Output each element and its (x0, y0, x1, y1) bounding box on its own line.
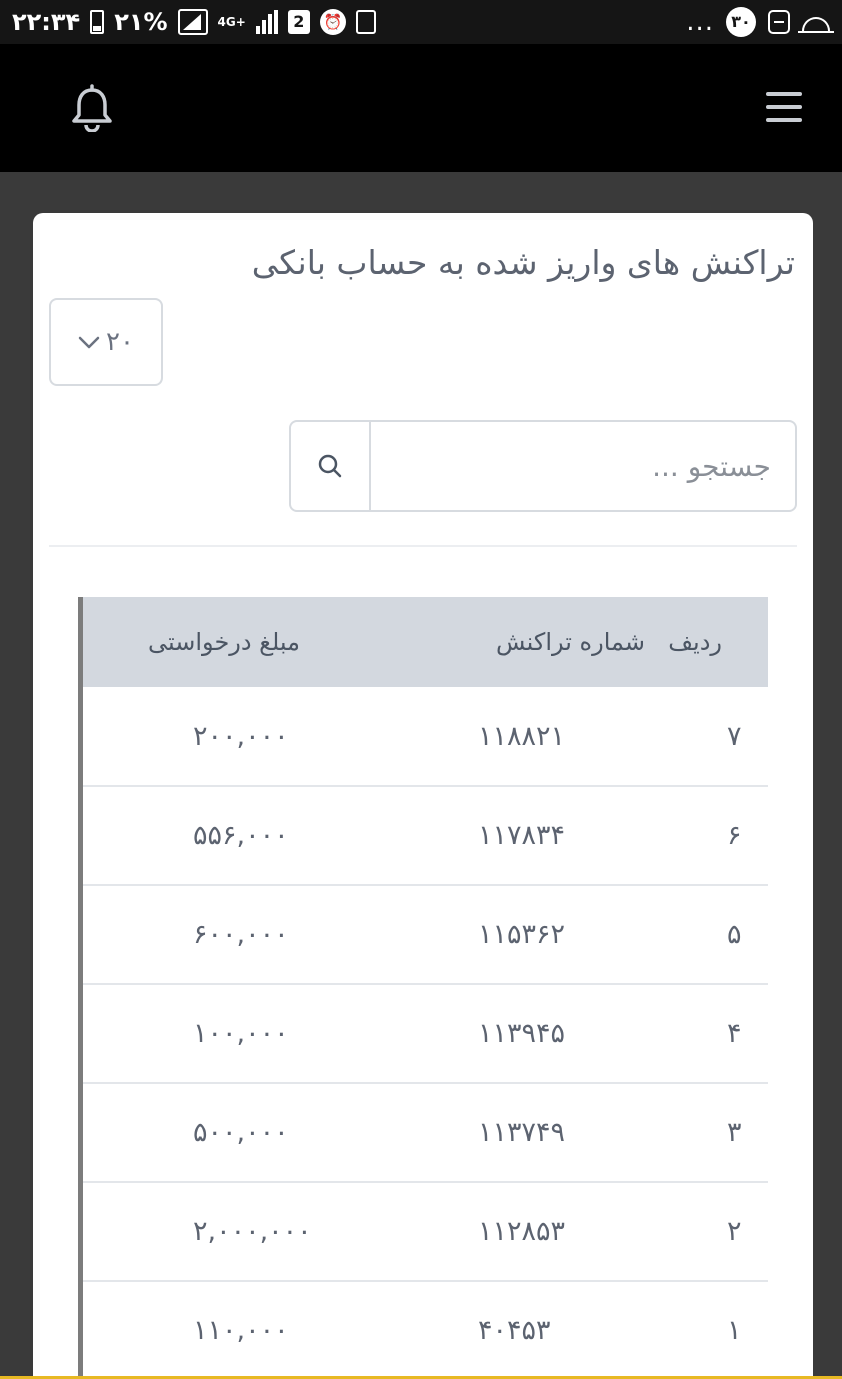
table-row[interactable]: ۵۵۶,۰۰۰ ۱۱۷۸۳۴ ۶ (83, 786, 768, 885)
app-bar (0, 44, 842, 172)
calendar-icon (768, 10, 790, 34)
status-left: ۲۲:۳۴ ۲۱% 4G+ 2 ⏰ (12, 6, 376, 38)
signal-box-icon (177, 9, 208, 35)
cell-amount: ۶۰۰,۰۰۰ (193, 919, 289, 950)
cell-amount: ۱۰۰,۰۰۰ (193, 1018, 289, 1049)
table-row[interactable]: ۲۰۰,۰۰۰ ۱۱۸۸۲۱ ۷ (83, 687, 768, 786)
cell-transaction: ۱۱۳۹۴۵ (478, 1018, 566, 1049)
table-header-row: مبلغ درخواستی شماره تراکنش ردیف (83, 597, 768, 687)
search-button[interactable] (291, 422, 371, 510)
status-bar: ۲۲:۳۴ ۲۱% 4G+ 2 ⏰ ... ۳۰ (0, 0, 842, 44)
cell-transaction: ۱۱۲۸۵۳ (478, 1216, 566, 1247)
cell-amount: ۱۱۰,۰۰۰ (193, 1315, 289, 1346)
bell-icon[interactable] (70, 84, 114, 132)
cell-transaction: ۴۰۴۵۳ (478, 1315, 551, 1346)
table-row[interactable]: ۲,۰۰۰,۰۰۰ ۱۱۲۸۵۳ ۲ (83, 1182, 768, 1281)
cell-amount: ۵۵۶,۰۰۰ (193, 820, 289, 851)
cell-row: ۴ (727, 1018, 742, 1049)
signal-bars-icon (255, 10, 278, 34)
chevron-down-icon (78, 331, 100, 353)
sim-slot-icon: 2 (287, 10, 310, 34)
table-row[interactable]: ۱۱۰,۰۰۰ ۴۰۴۵۳ ۱ (83, 1281, 768, 1379)
cell-transaction: ۱۱۸۸۲۱ (478, 720, 566, 752)
battery-percent: ۲۱% (114, 8, 168, 36)
table-row[interactable]: ۵۰۰,۰۰۰ ۱۱۳۷۴۹ ۳ (83, 1083, 768, 1182)
more-notifications-icon: ... (686, 7, 714, 37)
transactions-card: تراکنش های واریز شده به حساب بانکی ۲۰ مب… (33, 213, 813, 1379)
cell-amount: ۵۰۰,۰۰۰ (193, 1117, 289, 1148)
page-size-value: ۲۰ (106, 327, 134, 357)
transactions-table: مبلغ درخواستی شماره تراکنش ردیف ۲۰۰,۰۰۰ ۱… (78, 597, 768, 1379)
cell-row: ۶ (727, 820, 742, 851)
network-type: 4G+ (217, 15, 246, 29)
menu-icon[interactable] (766, 92, 802, 122)
table-row[interactable]: ۶۰۰,۰۰۰ ۱۱۵۳۶۲ ۵ (83, 885, 768, 984)
status-right: ... ۳۰ (686, 6, 834, 38)
cell-row: ۲ (727, 1216, 742, 1247)
battery-saver-icon (355, 10, 376, 34)
cell-amount: ۲۰۰,۰۰۰ (193, 720, 289, 752)
search-icon (318, 454, 342, 478)
cell-transaction: ۱۱۵۳۶۲ (478, 919, 566, 950)
column-header-transaction[interactable]: شماره تراکنش (420, 597, 665, 687)
search-input[interactable] (373, 422, 795, 510)
divider (49, 545, 797, 547)
cell-amount: ۲,۰۰۰,۰۰۰ (193, 1216, 312, 1247)
sunset-icon (798, 17, 834, 33)
cell-transaction: ۱۱۷۸۳۴ (478, 820, 566, 851)
notification-count-badge: ۳۰ (726, 7, 756, 37)
cell-row: ۷ (727, 720, 742, 752)
page-title: تراکنش های واریز شده به حساب بانکی (251, 243, 795, 282)
search-box (289, 420, 797, 512)
cell-row: ۱ (727, 1315, 742, 1346)
cell-row: ۳ (727, 1117, 742, 1148)
column-header-amount[interactable]: مبلغ درخواستی (83, 597, 420, 687)
column-header-row[interactable]: ردیف (665, 597, 768, 687)
battery-icon (90, 10, 105, 34)
cell-transaction: ۱۱۳۷۴۹ (478, 1117, 566, 1148)
cell-row: ۵ (727, 919, 742, 950)
clock: ۲۲:۳۴ (12, 8, 81, 36)
page-size-select[interactable]: ۲۰ (49, 298, 163, 386)
alarm-icon: ⏰ (319, 9, 346, 35)
table-row[interactable]: ۱۰۰,۰۰۰ ۱۱۳۹۴۵ ۴ (83, 984, 768, 1083)
